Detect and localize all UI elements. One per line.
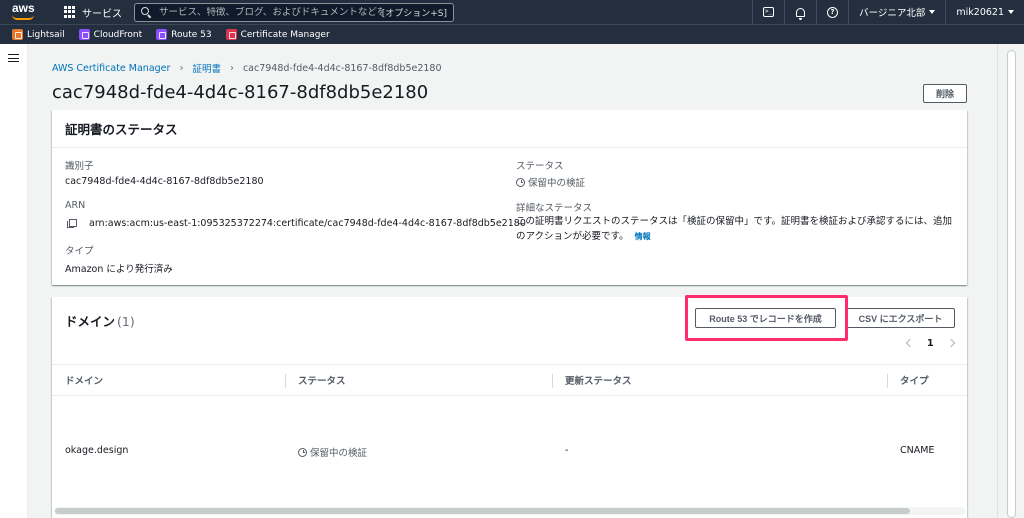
top-navigation: aws サービス [オプション+S] >_ ? バージニア北部 mik20621 [0,0,1024,24]
delete-button[interactable]: 削除 [923,84,967,103]
chevron-left-icon[interactable] [905,338,915,348]
side-navigation-collapsed [0,44,28,518]
domains-header: ドメイン (1) [65,311,135,330]
domains-count: (1) [117,314,135,329]
scrollbar-thumb[interactable] [1007,50,1016,518]
type-value: Amazon により発行済み [65,264,173,275]
page-title: cac7948d-fde4-4d4c-8167-8df8db5e2180 [52,82,429,103]
help-icon: ? [827,6,839,18]
nav-right-group: >_ ? バージニア北部 mik20621 [752,0,1024,24]
status-value: 保留中の検証 [516,175,585,189]
detail-status-label: 詳細なステータス [516,203,593,214]
breadcrumb-certificates[interactable]: 証明書 [192,61,221,75]
region-selector[interactable]: バージニア北部 [848,0,945,24]
search-icon [141,7,151,17]
cell-renewal-status: - [565,445,569,456]
services-grid-icon[interactable] [64,6,76,18]
caret-down-icon [1008,10,1014,14]
horizontal-scrollbar-thumb[interactable] [55,508,910,514]
highlight-annotation-box [685,295,848,341]
breadcrumb-acm[interactable]: AWS Certificate Manager [52,63,170,74]
export-csv-button[interactable]: CSV にエクスポート [846,308,955,328]
table-horizontal-scrollbar[interactable] [54,507,965,515]
column-header-type[interactable]: タイプ [900,365,929,395]
services-menu[interactable]: サービス [82,5,122,20]
info-link[interactable]: 情報 [635,232,651,241]
certificate-status-panel: 証明書のステータス 識別子 cac7948d-fde4-4d4c-8167-8d… [52,110,967,285]
global-search-box[interactable]: [オプション+S] [134,2,454,22]
favorites-bar: Lightsail CloudFront Route 53 Certificat… [0,24,1024,44]
hamburger-menu-icon[interactable] [8,54,19,62]
column-divider[interactable] [887,374,888,388]
favorite-label: Route 53 [171,29,212,40]
favorite-label: Certificate Manager [240,29,330,40]
identifier-label: 識別子 [65,161,94,172]
help-button[interactable]: ? [816,0,848,24]
chevron-right-icon: › [229,62,234,74]
column-header-status[interactable]: ステータス [298,365,346,395]
column-divider[interactable] [285,374,286,388]
domains-title: ドメイン [65,314,116,329]
arn-row: arn:aws:acm:us-east-1:095325372274:certi… [67,218,526,229]
cloudshell-button[interactable]: >_ [752,0,784,24]
favorite-label: Lightsail [27,29,65,40]
detail-status-value: この証明書リクエストのステータスは「検証の保留中」です。証明書を検証および承認す… [516,216,953,242]
account-menu[interactable]: mik20621 [945,0,1024,24]
arn-label: ARN [65,200,86,211]
aws-smile-icon [12,15,34,20]
pagination: 1 [905,335,955,351]
detail-status-text: この証明書リクエストのステータスは「検証の保留中」です。証明書を検証および承認す… [516,214,961,244]
clock-icon [516,177,525,187]
caret-down-icon [929,10,936,14]
cell-status: 保留中の検証 [298,445,367,459]
account-label: mik20621 [956,6,1004,18]
breadcrumb: AWS Certificate Manager › 証明書 › cac7948d… [52,61,442,76]
certificate-manager-icon [225,29,237,40]
notifications-button[interactable] [784,0,816,24]
breadcrumb-current: cac7948d-fde4-4d4c-8167-8df8db5e2180 [242,62,442,74]
type-label: タイプ [65,246,94,257]
status-panel-header: 証明書のステータス [52,110,967,148]
domains-table-header: ドメイン ステータス 更新ステータス タイプ [52,364,967,396]
region-label: バージニア北部 [859,8,926,19]
copy-icon[interactable] [67,219,77,228]
favorite-certificate-manager[interactable]: Certificate Manager [225,29,330,40]
cloudfront-icon [78,29,90,40]
identifier-value: cac7948d-fde4-4d4c-8167-8df8db5e2180 [65,176,264,187]
status-text: 保留中の検証 [528,178,586,189]
cloudshell-icon: >_ [763,7,775,17]
arn-value: arn:aws:acm:us-east-1:095325372274:certi… [89,218,526,229]
status-label: ステータス [516,161,564,172]
cell-status-text: 保留中の検証 [310,448,368,459]
favorite-route53[interactable]: Route 53 [156,29,212,40]
column-header-renewal-status[interactable]: 更新ステータス [565,365,632,395]
route53-icon [156,29,168,40]
chevron-right-icon[interactable] [946,338,955,348]
aws-logo-text: aws [12,1,35,15]
search-input[interactable] [159,6,382,18]
aws-logo[interactable]: aws [10,0,50,24]
cell-type: CNAME [900,445,935,456]
bell-icon [796,7,806,20]
page-scrollbar[interactable] [997,44,1024,518]
chevron-right-icon: › [179,62,184,74]
clock-icon [298,447,307,457]
search-shortcut-hint: [オプション+S] [381,8,447,19]
lightsail-icon [12,29,23,40]
column-divider[interactable] [552,374,553,388]
favorite-label: CloudFront [93,29,143,40]
cell-domain: okage.design [65,445,129,456]
favorite-lightsail[interactable]: Lightsail [12,29,65,40]
column-header-domain[interactable]: ドメイン [65,365,103,395]
favorite-cloudfront[interactable]: CloudFront [78,29,143,40]
page-number[interactable]: 1 [927,338,934,349]
